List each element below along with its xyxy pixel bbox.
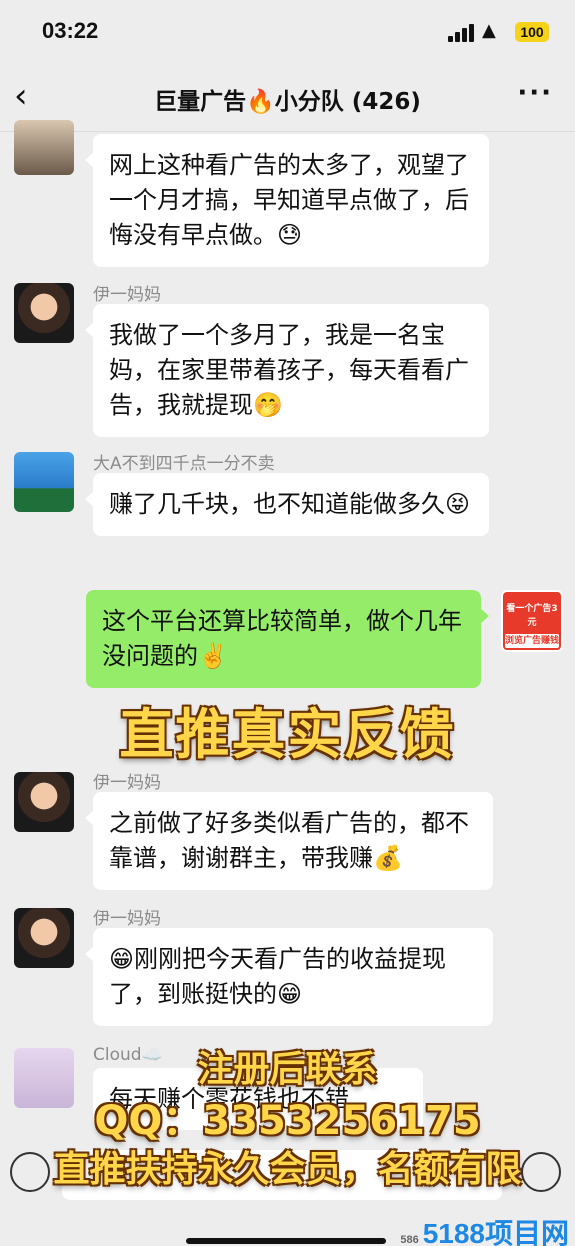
status-bar: 03:22 ▲ 100 [0, 0, 575, 62]
message-bubble[interactable]: 我做了一个多月了，我是一名宝妈，在家里带着孩子，每天看看广告，我就提现🤭 [85, 304, 489, 437]
chat-title: 巨量广告🔥小分队 (426) [154, 89, 421, 115]
promo-line: 直推扶持永久会员，名额有限 [53, 1149, 522, 1190]
home-indicator[interactable] [186, 1238, 386, 1244]
sender-name: 伊一妈妈 [93, 909, 161, 929]
message-bubble[interactable]: 😁刚刚把今天看广告的收益提现了，到账挺快的😁 [85, 928, 493, 1026]
message-bubble[interactable]: 网上这种看广告的太多了，观望了一个月才搞，早知道早点做了，后悔没有早点做。😓 [85, 134, 489, 267]
watermark-text: 586 [400, 1234, 419, 1246]
message-bubble[interactable]: 之前做了好多类似看广告的，都不靠谱，谢谢群主，带我赚💰 [85, 792, 493, 890]
sender-name: 伊一妈妈 [93, 285, 161, 305]
more-options-button[interactable]: ··· [517, 78, 553, 108]
promo-line: 注册后联系 [197, 1049, 378, 1090]
message-bubble[interactable]: 这个平台还算比较简单，做个几年没问题的✌️ [86, 590, 489, 688]
message-bubble[interactable]: 赚了几千块，也不知道能做多久😝 [85, 473, 489, 536]
avatar[interactable]: 看一个广告3元 浏览广告赚钱 [501, 590, 563, 652]
promo-qq: QQ：3353256175 [94, 1098, 481, 1144]
avatar-text: 浏览广告赚钱 [505, 634, 560, 648]
avatar[interactable] [14, 772, 74, 832]
avatar[interactable] [14, 908, 74, 968]
chat-header: ‹ 巨量广告🔥小分队 (426) ··· [0, 62, 575, 132]
avatar-text: 看一个广告3元 [506, 604, 558, 628]
promo-headline: 直推真实反馈 [119, 703, 456, 766]
watermark: 586 5188项目网 [400, 1212, 569, 1246]
wifi-icon: ▲ [482, 20, 496, 41]
status-time: 03:22 [42, 18, 99, 43]
sender-name: 伊一妈妈 [93, 773, 161, 793]
avatar[interactable] [14, 452, 74, 512]
avatar[interactable] [14, 283, 74, 343]
watermark-brand: 5188项目网 [422, 1218, 569, 1246]
sender-name: 大A不到四千点一分不卖 [93, 454, 275, 474]
avatar[interactable] [14, 120, 74, 175]
back-button[interactable]: ‹ [14, 76, 44, 116]
cellular-signal-icon [448, 22, 476, 42]
battery-icon: 100 [515, 22, 549, 42]
